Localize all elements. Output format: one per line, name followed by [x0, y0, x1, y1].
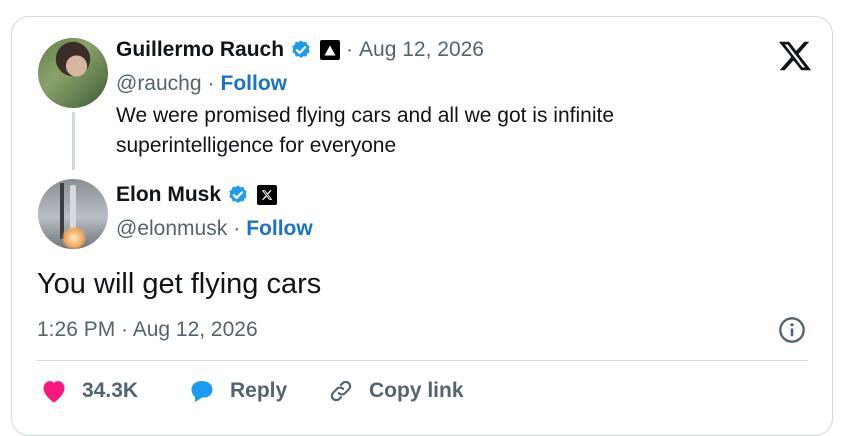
verified-badge-icon: [292, 40, 310, 58]
parent-post-date[interactable]: Aug 12, 2026: [359, 38, 484, 62]
like-button[interactable]: 34.3K: [40, 378, 138, 404]
parent-post-header: Guillermo Rauch · Aug 12, 2026: [116, 38, 484, 62]
copy-link-button[interactable]: Copy link: [327, 378, 464, 404]
info-icon[interactable]: [778, 316, 806, 344]
reply-author-name[interactable]: Elon Musk: [116, 183, 221, 207]
heart-icon: [43, 381, 65, 403]
follow-elonmusk-button[interactable]: Follow: [246, 217, 313, 241]
guillermo-rauch-avatar[interactable]: [38, 38, 108, 108]
x-logo-icon[interactable]: [777, 38, 813, 74]
reply-author-handle[interactable]: @elonmusk: [116, 217, 227, 241]
thread-connector-line: [72, 112, 75, 170]
handle-separator: ·: [207, 72, 215, 95]
reply-post-header: Elon Musk: [116, 183, 278, 207]
reply-label: Reply: [230, 379, 288, 402]
copy-link-label: Copy link: [369, 379, 464, 402]
reply-post-text: You will get flying cars: [37, 268, 322, 300]
reply-button[interactable]: Reply: [188, 378, 287, 404]
likes-count: 34.3K: [82, 379, 139, 402]
reply-handle-row: @elonmusk · Follow: [116, 217, 313, 241]
handle-separator: ·: [233, 217, 241, 240]
follow-rauchg-button[interactable]: Follow: [221, 72, 288, 96]
actions-divider: [37, 360, 808, 361]
parent-author-name[interactable]: Guillermo Rauch: [116, 38, 284, 62]
parent-post-text: We were promised flying cars and all we …: [116, 104, 615, 157]
header-separator: ·: [346, 38, 354, 61]
reply-timestamp[interactable]: 1:26 PM · Aug 12, 2026: [37, 318, 258, 342]
parent-author-handle[interactable]: @rauchg: [116, 72, 202, 96]
verified-badge-icon: [229, 185, 247, 203]
parent-handle-row: @rauchg · Follow: [116, 72, 287, 96]
elon-musk-avatar[interactable]: [38, 179, 108, 249]
reply-bubble-icon: [191, 381, 213, 403]
link-icon: [330, 380, 352, 402]
x-affiliate-badge-icon: [257, 185, 278, 205]
triangle-logo-icon: [320, 40, 341, 60]
